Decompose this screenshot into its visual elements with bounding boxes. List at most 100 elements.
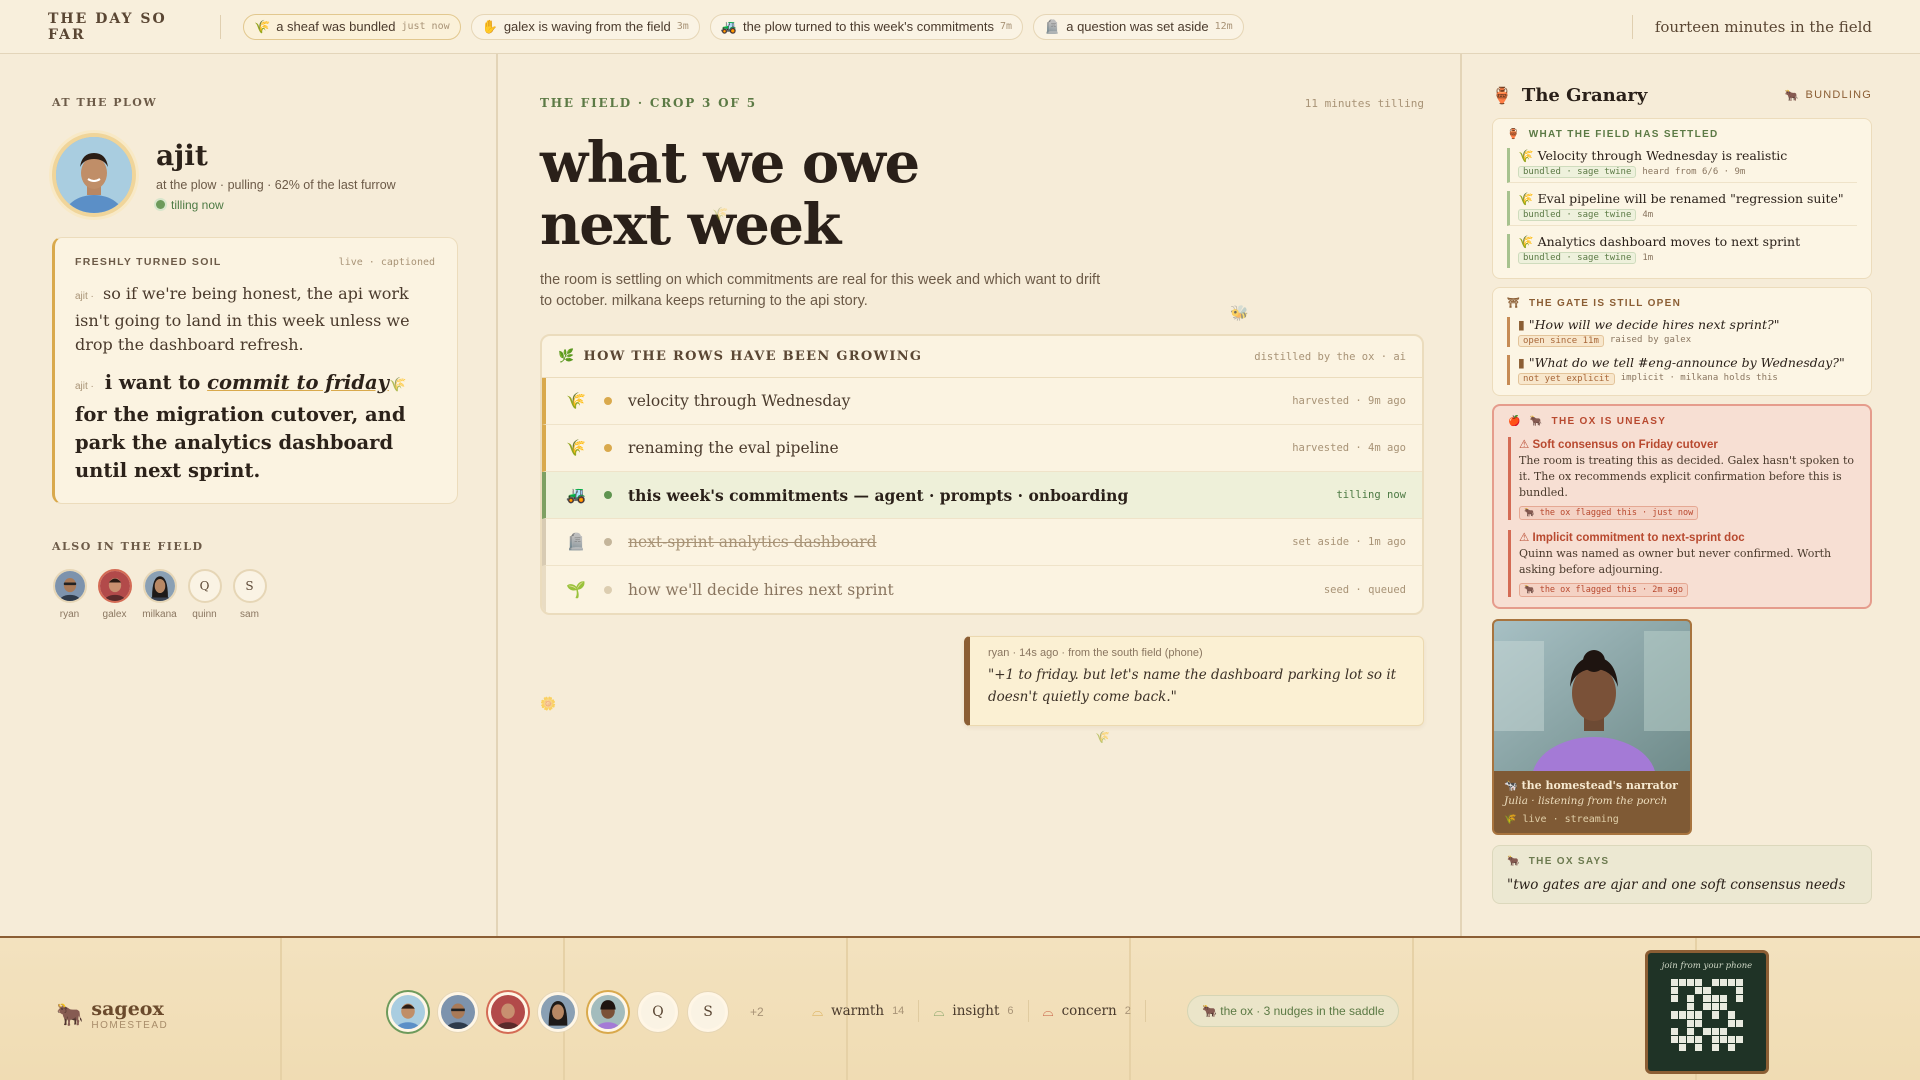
- narrator-video-tile[interactable]: 🐄 the homestead's narrator Julia · liste…: [1492, 619, 1692, 835]
- agenda-row-label: how we'll decide hires next sprint: [628, 580, 894, 599]
- reaction-warmth[interactable]: ⌓ warmth 14: [812, 1000, 920, 1022]
- event-pill-waving[interactable]: ✋ galex is waving from the field 3m: [470, 13, 700, 40]
- qr-cell: [1719, 1035, 1727, 1043]
- tombstone-icon: 🪦: [1044, 18, 1061, 34]
- wheat-icon: 🌾: [1095, 730, 1110, 744]
- warning-item[interactable]: ⚠ Soft consensus on Friday cutover The r…: [1508, 437, 1856, 520]
- question-meta: implicit · milkana holds this: [1620, 373, 1778, 383]
- qr-cell: [1695, 1035, 1703, 1043]
- attendee-avatar[interactable]: [488, 992, 528, 1032]
- hat-icon: ⌓: [1042, 1002, 1054, 1019]
- agenda-row-label: renaming the eval pipeline: [628, 439, 839, 457]
- title-line: what we owe: [540, 130, 920, 196]
- hat-icon: ⌓: [812, 1002, 824, 1019]
- attendee-avatar[interactable]: [538, 992, 578, 1032]
- settled-item[interactable]: 🌾 Velocity through Wednesday is realisti…: [1507, 148, 1857, 183]
- agenda-row-status: tilling now: [1336, 489, 1406, 501]
- qr-cell: [1711, 995, 1719, 1003]
- agenda-row-status: seed · queued: [1323, 583, 1406, 596]
- wheat-icon: 🌾: [254, 18, 271, 34]
- seedling-icon: 🌱: [566, 581, 586, 599]
- qr-cell: [1703, 979, 1710, 986]
- speaker-live-text: tilling now: [171, 197, 224, 212]
- uneasy-label: THE OX IS UNEASY: [1551, 416, 1667, 427]
- qr-cell: [1679, 1028, 1686, 1035]
- reaction-concern[interactable]: ⌓ concern 2: [1043, 1000, 1146, 1022]
- qr-cell: [1687, 1019, 1695, 1027]
- event-pill-bundled[interactable]: 🌾 a sheaf was bundled just now: [243, 13, 461, 40]
- more-attendees[interactable]: +2: [750, 1005, 764, 1019]
- narrator-subtitle: Julia · listening from the porch: [1504, 795, 1668, 807]
- rows-card: 🌿 HOW THE ROWS HAVE BEEN GROWING distill…: [540, 334, 1424, 615]
- question-meta: raised by galex: [1609, 335, 1692, 345]
- reaction-count: 2: [1124, 1005, 1131, 1017]
- top-bar: THE DAY SO FAR 🌾 a sheaf was bundled jus…: [0, 0, 1920, 54]
- qr-cell: [1719, 995, 1727, 1003]
- tractor-icon: 🚜: [566, 487, 586, 504]
- qr-cell: [1687, 1011, 1695, 1019]
- status-dot-icon: [604, 444, 612, 452]
- avatar: [97, 569, 132, 603]
- open-question[interactable]: ▮ "How will we decide hires next sprint?…: [1507, 317, 1857, 347]
- qr-cell: [1679, 1020, 1686, 1027]
- open-question[interactable]: ▮ "What do we tell #eng-announce by Wedn…: [1507, 355, 1857, 385]
- attendee-avatar[interactable]: [588, 992, 628, 1032]
- reaction-insight[interactable]: ⌓ insight 6: [933, 1000, 1029, 1022]
- join-qr-code[interactable]: join from your phone: [1645, 950, 1769, 1074]
- ox-icon: 🐂: [1784, 89, 1800, 102]
- qr-icon: [1671, 979, 1743, 1051]
- settled-item[interactable]: 🌾 Analytics dashboard moves to next spri…: [1507, 234, 1857, 268]
- transcript-meta: live · captioned: [338, 256, 435, 268]
- ox-nudges-pill[interactable]: 🐂 the ox · 3 nudges in the saddle: [1187, 995, 1400, 1027]
- title-line: next week: [540, 192, 841, 258]
- agenda-row[interactable]: 🌾 renaming the eval pipeline harvested ·…: [542, 425, 1422, 472]
- agenda-row[interactable]: 🌾 velocity through Wednesday harvested ·…: [542, 378, 1422, 425]
- event-time: 12m: [1214, 21, 1233, 32]
- attendee-avatar[interactable]: [388, 992, 428, 1032]
- at-the-plow-label: AT THE PLOW: [52, 96, 158, 109]
- rows-title: 🌿 HOW THE ROWS HAVE BEEN GROWING: [558, 349, 922, 364]
- wheat-icon: 🌾: [566, 440, 586, 457]
- jar-icon: 🏺: [1507, 129, 1521, 140]
- sprout-icon: 🌿: [558, 349, 576, 364]
- speaker-avatar[interactable]: [52, 133, 136, 217]
- qr-cell: [1679, 1011, 1687, 1019]
- qr-cell: [1695, 1011, 1703, 1019]
- agenda-row-current[interactable]: 🚜 this week's commitments — agent · prom…: [542, 472, 1422, 519]
- participant-quinn[interactable]: Q quinn: [187, 569, 222, 620]
- phone-comment-card[interactable]: ryan · 14s ago · from the south field (p…: [964, 636, 1424, 726]
- participant-sam[interactable]: S sam: [232, 569, 267, 620]
- qr-cell: [1719, 1003, 1727, 1011]
- agenda-row-label: this week's commitments — agent · prompt…: [628, 485, 1129, 505]
- participant-galex[interactable]: galex: [97, 569, 132, 620]
- settled-text: Eval pipeline will be renamed "regressio…: [1537, 191, 1844, 206]
- gate-icon: ⛩: [1507, 298, 1521, 309]
- participant-ryan[interactable]: ryan: [52, 569, 87, 620]
- granary-title-text: The Granary: [1521, 84, 1648, 106]
- comment-text: "+1 to friday. but let's name the dashbo…: [988, 667, 1397, 705]
- warning-item[interactable]: ⚠ Implicit commitment to next-sprint doc…: [1508, 530, 1856, 597]
- reaction-count: 6: [1007, 1005, 1014, 1017]
- attendee-avatar-initial[interactable]: S: [688, 992, 728, 1032]
- event-pill-plow[interactable]: 🚜 the plow turned to this week's commitm…: [709, 13, 1024, 40]
- ox-says-quote: "two gates are ajar and one soft consens…: [1507, 877, 1846, 893]
- current-speaker: ajit at the plow · pulling · 62% of the …: [52, 133, 458, 217]
- sageox-logo[interactable]: 🐂 sageox HOMESTEAD: [56, 998, 168, 1031]
- qr-cell: [1711, 1027, 1719, 1035]
- agenda-row[interactable]: 🌱 how we'll decide hires next sprint see…: [542, 566, 1422, 613]
- qr-cell: [1719, 1027, 1727, 1035]
- event-pill-set-aside[interactable]: 🪦 a question was set aside 12m: [1033, 13, 1244, 40]
- question-text: "How will we decide hires next sprint?": [1528, 317, 1780, 332]
- qr-cell: [1703, 995, 1711, 1003]
- agenda-row[interactable]: 🪦 next-sprint analytics dashboard set as…: [542, 519, 1422, 566]
- open-gate-card: ⛩ THE GATE IS STILL OPEN ▮ "How will we …: [1492, 287, 1872, 396]
- qr-cell: [1671, 987, 1679, 995]
- attendee-avatar-initial[interactable]: Q: [638, 992, 678, 1032]
- attendee-avatar[interactable]: [438, 992, 478, 1032]
- hat-icon: ⌓: [933, 1002, 945, 1019]
- settled-text: Analytics dashboard moves to next sprint: [1537, 234, 1801, 249]
- qr-cell: [1711, 1035, 1719, 1043]
- participant-milkana[interactable]: milkana: [142, 569, 177, 620]
- question-text: "What do we tell #eng-announce by Wednes…: [1528, 355, 1845, 370]
- settled-item[interactable]: 🌾 Eval pipeline will be renamed "regress…: [1507, 191, 1857, 226]
